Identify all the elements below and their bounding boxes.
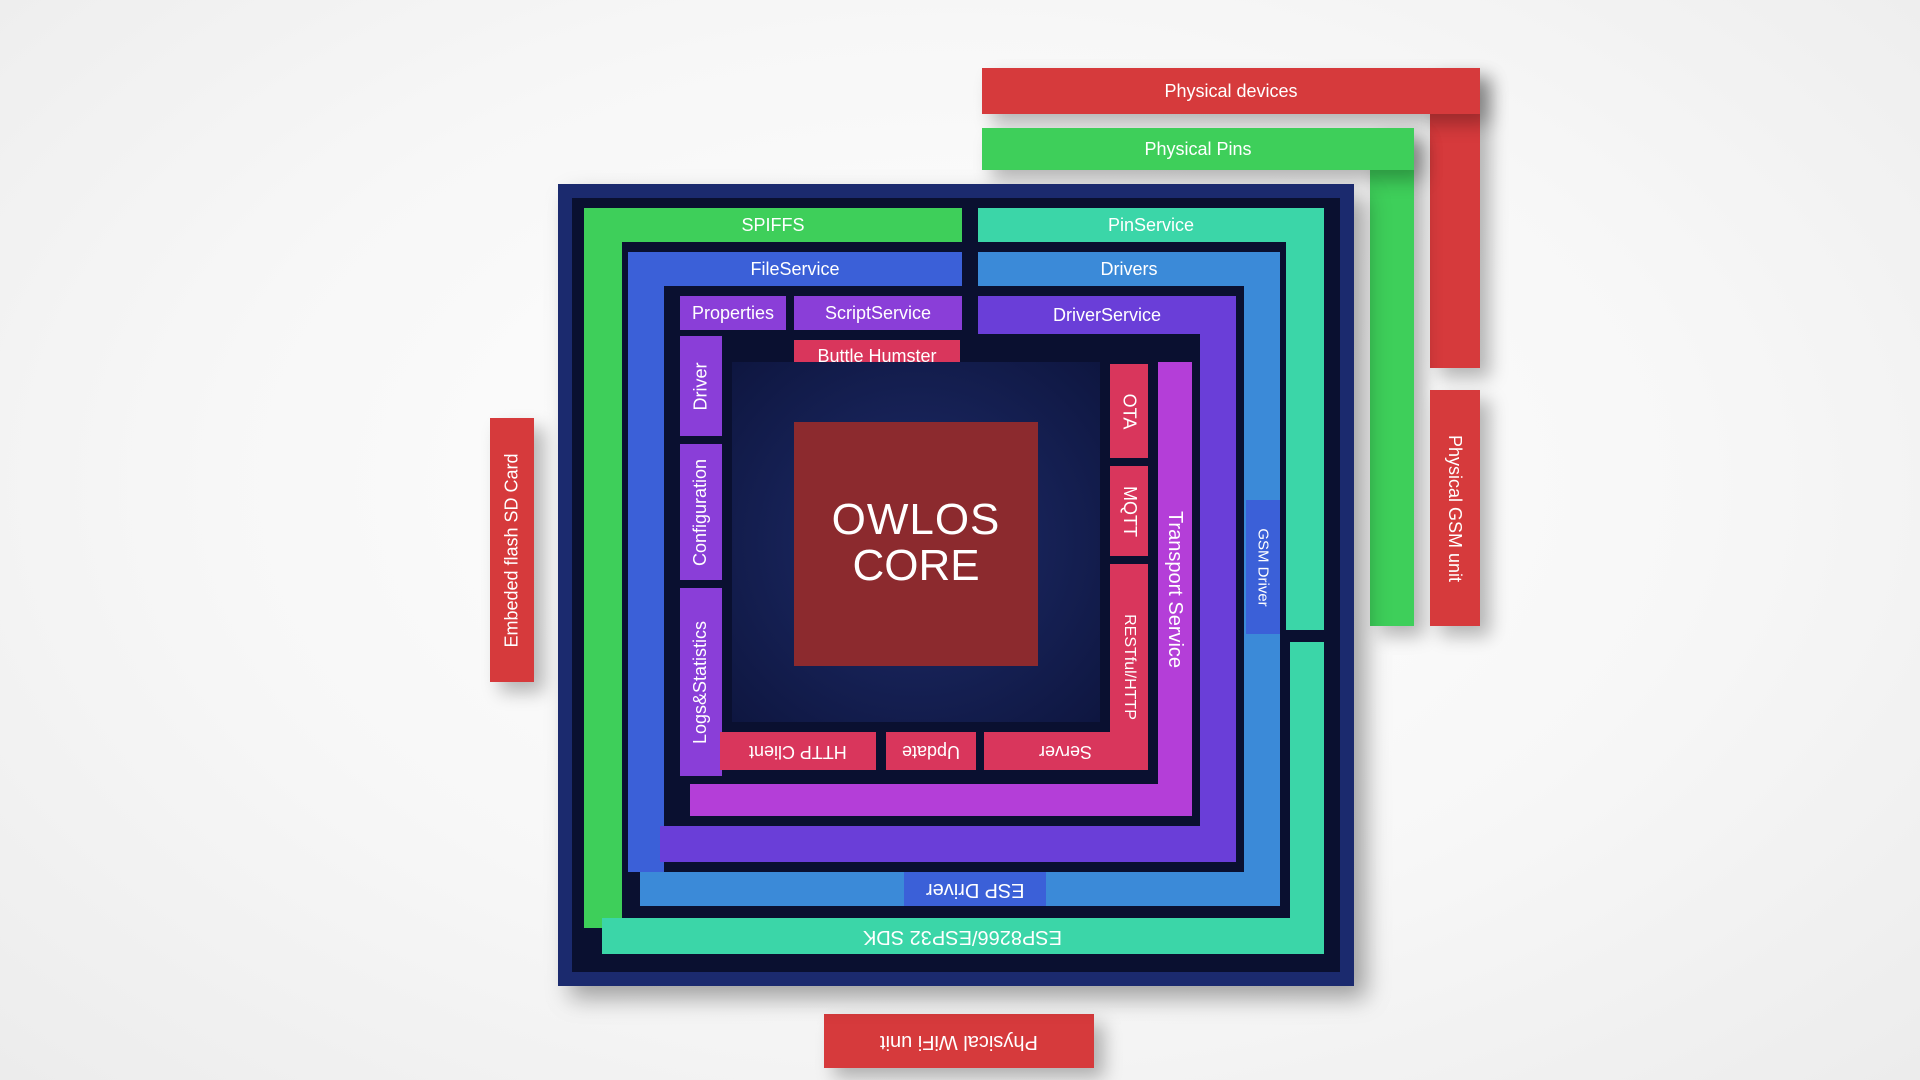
ota-label: OTA bbox=[1119, 393, 1140, 429]
drivers-label: Drivers bbox=[1100, 258, 1158, 279]
sdk-label: ESP8266/ESP32 SDK bbox=[863, 925, 1063, 948]
rest-http-label: RESTful/HTTP bbox=[1121, 614, 1139, 720]
file-service-block: FileService bbox=[628, 252, 962, 286]
gsm-driver-block: GSM Driver bbox=[1246, 500, 1280, 634]
http-client-block: HTTP Client bbox=[720, 732, 876, 770]
transport-service-bottom-bar bbox=[690, 784, 1192, 816]
physical-devices-label: Physical devices bbox=[1164, 80, 1298, 101]
driver-label: Driver bbox=[690, 362, 711, 410]
sdk-right-bar bbox=[1290, 642, 1324, 954]
owlos-core-block: OWLOS CORE bbox=[794, 422, 1038, 666]
transport-service-label: Transport Service bbox=[1164, 510, 1187, 668]
core-title-line1: OWLOS bbox=[831, 495, 1001, 544]
wifi-block: Physical WiFi unit bbox=[824, 1014, 1094, 1068]
drivers-block: Drivers bbox=[978, 252, 1280, 286]
physical-pins-block: Physical Pins bbox=[982, 128, 1414, 170]
transport-service-block: Transport Service bbox=[1158, 362, 1192, 816]
pin-service-right-bar bbox=[1286, 208, 1324, 630]
pin-service-block: PinService bbox=[978, 208, 1324, 242]
esp-driver-block: ESP Driver bbox=[904, 872, 1046, 906]
driver-block: Driver bbox=[680, 336, 722, 436]
spiffs-block: SPIFFS bbox=[584, 208, 962, 242]
ota-block: OTA bbox=[1110, 364, 1148, 458]
physical-pins-label: Physical Pins bbox=[1144, 138, 1252, 159]
file-service-left-bar bbox=[628, 252, 664, 872]
properties-block: Properties bbox=[680, 296, 786, 330]
script-service-block: ScriptService bbox=[794, 296, 962, 330]
spiffs-label: SPIFFS bbox=[741, 214, 805, 235]
driver-service-label: DriverService bbox=[1052, 304, 1162, 325]
spiffs-left-bar bbox=[584, 208, 622, 928]
sd-card-block: Embeded flash SD Card bbox=[490, 418, 534, 682]
file-service-label: FileService bbox=[750, 258, 840, 279]
properties-label: Properties bbox=[691, 302, 775, 323]
configuration-block: Configuration bbox=[680, 444, 722, 580]
server-label: Server bbox=[1039, 741, 1093, 762]
pin-service-label: PinService bbox=[1107, 214, 1195, 235]
physical-pins-vertical-bar bbox=[1370, 128, 1414, 626]
http-client-label: HTTP Client bbox=[749, 741, 847, 762]
gsm-driver-label: GSM Driver bbox=[1254, 527, 1272, 607]
update-label: Update bbox=[901, 741, 961, 762]
mqtt-block: MQTT bbox=[1110, 466, 1148, 556]
core-title-line2: CORE bbox=[852, 541, 980, 590]
wifi-label: Physical WiFi unit bbox=[880, 1030, 1038, 1053]
driver-service-bottom-bar bbox=[660, 826, 1236, 862]
logs-statistics-block: Logs&Statistics bbox=[680, 588, 722, 776]
driver-service-block: DriverService bbox=[978, 296, 1236, 334]
sdk-block: ESP8266/ESP32 SDK bbox=[602, 918, 1324, 954]
physical-gsm-label: Physical GSM unit bbox=[1445, 434, 1466, 582]
esp-driver-label: ESP Driver bbox=[925, 878, 1025, 901]
driver-service-right-bar bbox=[1200, 296, 1236, 862]
script-service-label: ScriptService bbox=[824, 302, 932, 323]
configuration-label: Configuration bbox=[690, 458, 711, 566]
server-block: Server bbox=[984, 732, 1148, 770]
mqtt-label: MQTT bbox=[1119, 485, 1140, 537]
physical-devices-block: Physical devices bbox=[982, 68, 1480, 114]
update-block: Update bbox=[886, 732, 976, 770]
sd-card-label: Embeded flash SD Card bbox=[501, 452, 522, 648]
logs-statistics-label: Logs&Statistics bbox=[690, 620, 711, 744]
physical-gsm-block: Physical GSM unit bbox=[1430, 390, 1480, 626]
